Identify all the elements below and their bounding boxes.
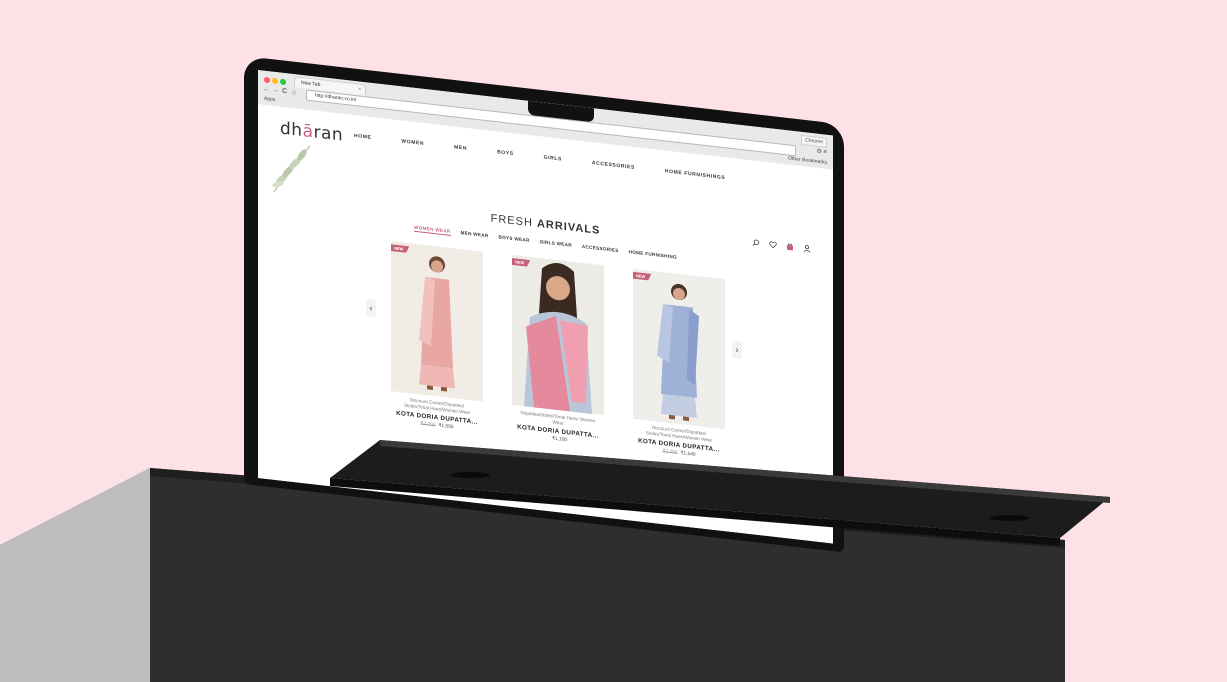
forward-icon[interactable]: → bbox=[272, 87, 279, 96]
settings-icon[interactable]: ⚙ ≡ bbox=[816, 148, 827, 156]
product-card[interactable]: NEW Dupattas/Stoles/Tonal Hues/ Women We… bbox=[512, 254, 604, 447]
logo-accent: ā bbox=[302, 121, 314, 143]
apps-bookmark[interactable]: Apps bbox=[264, 96, 275, 103]
nav-accessories[interactable]: ACCESSORIES bbox=[592, 160, 635, 171]
tab-home-furnishing[interactable]: HOME FURNISHING bbox=[629, 249, 677, 261]
tab-men-wear[interactable]: MEN WEAR bbox=[461, 230, 489, 240]
product-image[interactable]: NEW bbox=[633, 268, 725, 430]
carousel-prev-button[interactable]: ‹ bbox=[366, 298, 376, 318]
current-price: ₹1,100 bbox=[551, 436, 568, 444]
tab-title: New Tab bbox=[301, 79, 321, 89]
tab-girls-wear[interactable]: GIRLS WEAR bbox=[540, 239, 572, 250]
section-title-light: FRESH bbox=[490, 212, 537, 230]
old-price: ₹2,200 bbox=[420, 421, 436, 429]
section-title: FRESH ARRIVALS bbox=[258, 186, 833, 264]
product-card[interactable]: NEW Discount Corner/Dupattas/ Stoles/Ton… bbox=[391, 241, 483, 433]
reload-icon[interactable]: C bbox=[282, 88, 287, 97]
product-card[interactable]: NEW Discount Corner/Dupattas/ Stoles/Ton… bbox=[633, 268, 725, 461]
section-title-bold: ARRIVALS bbox=[536, 217, 601, 238]
home-icon[interactable]: ⌂ bbox=[292, 89, 296, 97]
nav-home[interactable]: HOME bbox=[354, 133, 371, 141]
chrome-label: Chrome bbox=[801, 134, 827, 148]
nav-girls[interactable]: GIRLS bbox=[544, 155, 562, 163]
model-figure bbox=[657, 283, 699, 422]
logo-prefix: dh bbox=[280, 118, 303, 142]
close-window-button[interactable] bbox=[264, 76, 270, 84]
old-price: ₹2,200 bbox=[662, 449, 678, 456]
model-figure bbox=[419, 256, 455, 392]
current-price: ₹1,540 bbox=[680, 451, 696, 458]
logo-suffix: ran bbox=[313, 122, 344, 146]
scene: New Tab × Chrome ← → C ⌂ http://dharan.c… bbox=[0, 0, 1227, 682]
laptop: New Tab × Chrome ← → C ⌂ http://dharan.c… bbox=[0, 0, 1227, 682]
product-image[interactable]: NEW bbox=[512, 254, 604, 416]
carousel-next-button[interactable]: › bbox=[732, 340, 742, 360]
tab-boys-wear[interactable]: BOYS WEAR bbox=[499, 234, 530, 245]
current-price: ₹1,550 bbox=[438, 423, 454, 431]
nav-boys[interactable]: BOYS bbox=[497, 149, 514, 157]
nav-men[interactable]: MEN bbox=[454, 144, 467, 151]
tab-close-icon[interactable]: × bbox=[358, 84, 361, 94]
nav-women[interactable]: WOMEN bbox=[401, 138, 424, 147]
minimize-window-button[interactable] bbox=[272, 77, 278, 85]
product-image[interactable]: NEW bbox=[391, 241, 483, 402]
maximize-window-button[interactable] bbox=[280, 78, 286, 86]
nav-home-furnishings[interactable]: HOME FURNISHINGS bbox=[665, 168, 725, 181]
back-icon[interactable]: ← bbox=[263, 86, 270, 95]
website: dhāran HOME WOMEN MEN BOYS GIRLS ACCESSO… bbox=[258, 104, 833, 544]
laptop-display: New Tab × Chrome ← → C ⌂ http://dharan.c… bbox=[258, 70, 833, 544]
model-figure bbox=[524, 263, 592, 415]
tab-women-wear[interactable]: WOMEN WEAR bbox=[414, 224, 451, 236]
tab-accessories[interactable]: ACCESSORIES bbox=[582, 244, 619, 255]
